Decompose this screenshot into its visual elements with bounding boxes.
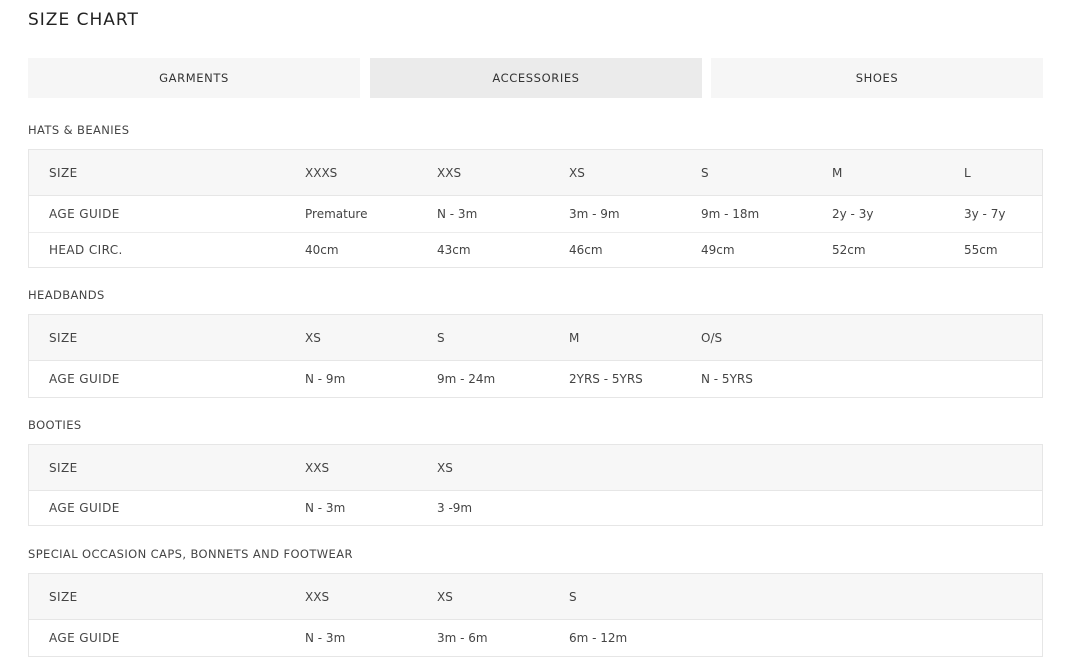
table-booties: SIZE XXS XS AGE GUIDE N - 3m 3 -9m [28,444,1043,526]
section-title-hats-beanies: HATS & BEANIES [28,123,130,137]
tab-shoes[interactable]: SHOES [711,58,1043,98]
table-hats-beanies: SIZE XXXS XXS XS S M L AGE GUIDE Prematu… [28,149,1043,268]
size-chart-page: SIZE CHART GARMENTS ACCESSORIES SHOES HA… [0,0,1067,672]
table-cell: N - 5YRS [701,372,753,386]
table-row: AGE GUIDE N - 3m 3m - 6m 6m - 12m [29,620,1042,656]
header-cell: SIZE [49,589,78,604]
table-cell: N - 3m [305,631,346,645]
table-cell: N - 3m [305,501,346,515]
row-label: AGE GUIDE [49,501,120,515]
header-cell: SIZE [49,460,78,475]
table-cell: 2YRS - 5YRS [569,372,643,386]
header-cell: O/S [701,330,723,345]
table-cell: N - 3m [437,207,478,221]
table-cell: 40cm [305,243,339,257]
table-row: AGE GUIDE Premature N - 3m 3m - 9m 9m - … [29,196,1042,232]
table-cell: 3m - 6m [437,631,488,645]
table-cell: 52cm [832,243,866,257]
table-cell: 49cm [701,243,735,257]
header-cell: S [569,589,577,604]
header-cell: XS [305,330,321,345]
header-cell: XS [569,165,585,180]
table-row: AGE GUIDE N - 3m 3 -9m [29,491,1042,525]
section-title-special-occasion: SPECIAL OCCASION CAPS, BONNETS AND FOOTW… [28,547,353,561]
header-cell: SIZE [49,165,78,180]
table-header-row: SIZE XXS XS S [29,574,1042,620]
table-header-row: SIZE XXS XS [29,445,1042,491]
table-cell: Premature [305,207,368,221]
table-cell: N - 9m [305,372,346,386]
table-headbands: SIZE XS S M O/S AGE GUIDE N - 9m 9m - 24… [28,314,1043,398]
header-cell: L [964,165,971,180]
row-label: AGE GUIDE [49,631,120,645]
row-label: AGE GUIDE [49,372,120,386]
row-label: AGE GUIDE [49,207,120,221]
size-chart-tabs: GARMENTS ACCESSORIES SHOES [28,58,1043,98]
table-cell: 9m - 18m [701,207,760,221]
tab-accessories[interactable]: ACCESSORIES [370,58,702,98]
header-cell: XS [437,589,453,604]
header-cell: M [569,330,580,345]
section-title-headbands: HEADBANDS [28,288,105,302]
header-cell: M [832,165,843,180]
table-header-row: SIZE XXXS XXS XS S M L [29,150,1042,196]
header-cell: SIZE [49,330,78,345]
table-row: HEAD CIRC. 40cm 43cm 46cm 49cm 52cm 55cm [29,232,1042,267]
table-cell: 3 -9m [437,501,473,515]
table-cell: 3y - 7y [964,207,1006,221]
table-cell: 3m - 9m [569,207,620,221]
section-title-booties: BOOTIES [28,418,82,432]
header-cell: XXS [437,165,462,180]
table-cell: 6m - 12m [569,631,628,645]
table-cell: 9m - 24m [437,372,496,386]
row-label: HEAD CIRC. [49,243,123,257]
table-cell: 43cm [437,243,471,257]
tab-garments[interactable]: GARMENTS [28,58,360,98]
page-title: SIZE CHART [28,10,139,30]
header-cell: XS [437,460,453,475]
table-header-row: SIZE XS S M O/S [29,315,1042,361]
header-cell: XXS [305,460,330,475]
header-cell: XXS [305,589,330,604]
table-row: AGE GUIDE N - 9m 9m - 24m 2YRS - 5YRS N … [29,361,1042,397]
header-cell: S [701,165,709,180]
table-cell: 2y - 3y [832,207,874,221]
table-cell: 46cm [569,243,603,257]
table-cell: 55cm [964,243,998,257]
table-special-occasion: SIZE XXS XS S AGE GUIDE N - 3m 3m - 6m 6… [28,573,1043,657]
header-cell: S [437,330,445,345]
header-cell: XXXS [305,165,338,180]
